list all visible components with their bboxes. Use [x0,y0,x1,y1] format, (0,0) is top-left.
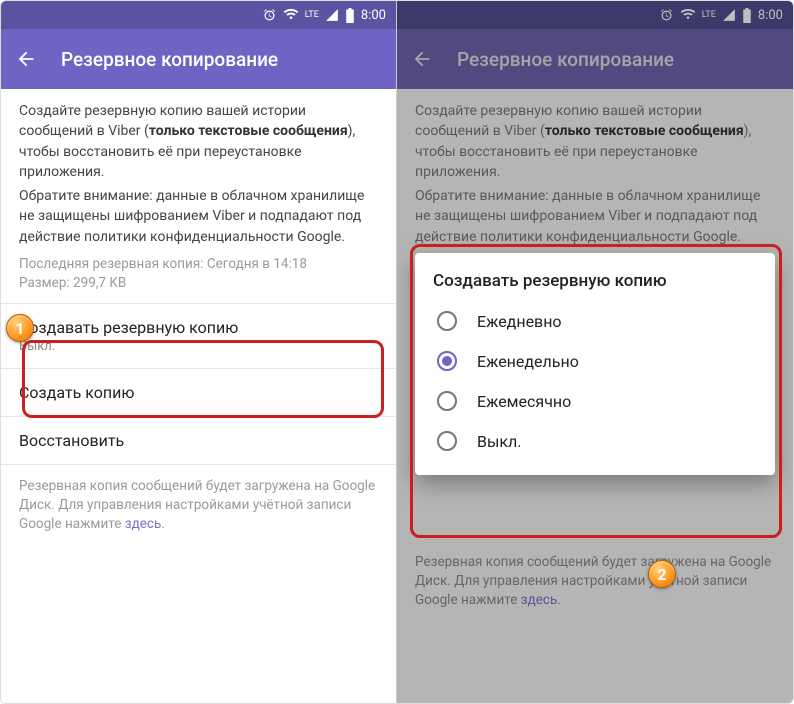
option-weekly[interactable]: Еженедельно [433,341,765,381]
callout-badge-2: 2 [648,560,676,588]
phone-right: LTE 8:00 Резервное копирование Создайте … [397,1,793,703]
restore-title: Восстановить [19,431,378,450]
callout-badge-1: 1 [6,314,34,342]
back-arrow-icon[interactable] [15,48,37,70]
intro-text-2: Обратите внимание: данные в облачном хра… [19,186,378,247]
clock-label: 8:00 [361,8,386,23]
app-bar: Резервное копирование [1,29,396,89]
schedule-dialog: Создавать резервную копию Ежедневно Ежен… [415,253,775,475]
intro-text-1: Создайте резервную копию вашей истории с… [19,101,378,182]
schedule-title: Создавать резервную копию [19,318,378,337]
radio-icon [437,311,457,331]
content-area: Создайте резервную копию вашей истории с… [1,89,396,703]
last-backup-text: Последняя резервная копия: Сегодня в 14:… [19,255,378,274]
battery-icon [345,8,355,23]
phone-left: LTE 8:00 Резервное копирование Создайте … [1,1,397,703]
backup-now-item[interactable]: Создать копию [1,369,396,417]
page-title: Резервное копирование [61,48,278,71]
option-daily[interactable]: Ежедневно [433,301,765,341]
schedule-backup-item[interactable]: Создавать резервную копию Выкл. [1,303,396,369]
dialog-title: Создавать резервную копию [433,271,765,291]
radio-icon [437,431,457,451]
option-monthly[interactable]: Ежемесячно [433,381,765,421]
signal-icon [325,8,339,22]
radio-icon [437,391,457,411]
status-icons: LTE 8:00 [262,7,386,23]
backup-now-title: Создать копию [19,383,378,402]
restore-item[interactable]: Восстановить [1,417,396,465]
option-label: Выкл. [477,432,522,451]
alarm-icon [262,8,277,23]
wifi-icon [283,7,299,23]
option-off[interactable]: Выкл. [433,421,765,461]
option-label: Ежедневно [477,312,562,331]
backup-size-text: Размер: 299,7 KB [19,274,378,293]
option-label: Ежемесячно [477,392,571,411]
intro-section: Создайте резервную копию вашей истории с… [1,89,396,303]
footer-note: Резервная копия сообщений будет загружен… [1,465,396,546]
lte-label: LTE [305,11,319,20]
google-settings-link[interactable]: здесь [125,516,162,532]
radio-icon [437,351,457,371]
option-label: Еженедельно [477,352,579,371]
screenshot-pair: LTE 8:00 Резервное копирование Создайте … [0,0,794,704]
schedule-value: Выкл. [19,339,378,354]
status-bar: LTE 8:00 [1,1,396,29]
